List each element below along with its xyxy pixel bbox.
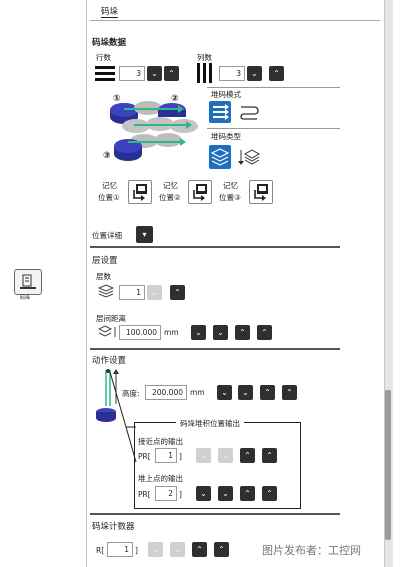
section-action-settings: 动作设置 <box>92 356 127 366</box>
memory-2-line2: 位置② <box>159 193 181 202</box>
section-layer-settings: 层设置 <box>92 256 118 266</box>
layers-icon <box>98 284 114 298</box>
connector-lines <box>109 372 137 463</box>
approach-pr-prefix: PR[ <box>138 452 151 461</box>
layer-count-down-button[interactable]: ⌄ <box>147 285 162 300</box>
stack-mode-label: 堆码模式 <box>211 90 241 99</box>
counter-down-button[interactable]: ⌄ <box>170 542 185 557</box>
mode-divider-top <box>207 87 340 88</box>
height-fast-down-button[interactable]: ⌄ <box>217 385 232 400</box>
cols-icon <box>197 63 212 83</box>
stack-pr-prefix: PR[ <box>138 490 151 499</box>
position-detail-dropdown[interactable]: ▾ <box>136 226 153 243</box>
mode-divider-mid <box>207 128 340 129</box>
approach-fast-up-button[interactable]: ⌃ <box>262 448 277 463</box>
counter-fast-down-button[interactable]: ⌄ <box>148 542 163 557</box>
memory-1-line1: 记忆 <box>102 181 117 190</box>
approach-fast-down-button[interactable]: ⌄ <box>196 448 211 463</box>
counter-up-button[interactable]: ⌃ <box>192 542 207 557</box>
memory-position-3-button[interactable] <box>249 180 273 204</box>
rows-up-button[interactable]: ⌃ <box>164 66 179 81</box>
layer-distance-label: 层间距离 <box>96 314 126 323</box>
section-divider-1 <box>90 246 340 248</box>
scrollbar-thumb[interactable] <box>385 390 391 540</box>
layer-distance-icon <box>98 325 116 337</box>
stack-mode-snake-icon[interactable] <box>238 103 260 121</box>
height-fast-up-button[interactable]: ⌃ <box>282 385 297 400</box>
rows-label: 行数 <box>96 53 111 62</box>
counter-r-prefix: R[ <box>96 546 105 555</box>
layer-distance-up-button[interactable]: ⌃ <box>235 325 250 340</box>
rows-down-button[interactable]: ⌄ <box>147 66 162 81</box>
approach-pr-input[interactable]: 1 <box>155 448 177 463</box>
memory-icon <box>254 184 268 201</box>
cols-up-button[interactable]: ⌃ <box>269 66 284 81</box>
stack-fast-down-button[interactable]: ⌄ <box>196 486 211 501</box>
section-divider-2 <box>90 348 340 350</box>
approach-pr-bracket: ] <box>179 452 182 461</box>
marker-3: ③ <box>103 151 111 161</box>
stack-type-layers-icon[interactable] <box>209 145 231 169</box>
stack-pr-input[interactable]: 2 <box>155 486 177 501</box>
stack-down-button[interactable]: ⌄ <box>218 486 233 501</box>
stack-up-button[interactable]: ⌃ <box>240 486 255 501</box>
stack-type-label: 堆码类型 <box>211 132 241 141</box>
layer-count-up-button[interactable]: ⌃ <box>170 285 185 300</box>
stack-fast-up-button[interactable]: ⌃ <box>262 486 277 501</box>
height-down-button[interactable]: ⌄ <box>238 385 253 400</box>
section-palletizing-data: 码垛数据 <box>92 38 127 48</box>
marker-2: ② <box>171 94 179 104</box>
cols-input[interactable]: 3 <box>219 66 245 81</box>
stack-mode-zigzag-icon[interactable] <box>209 101 231 123</box>
height-unit: mm <box>190 388 205 397</box>
layer-distance-fast-down-button[interactable]: ⌄ <box>191 325 206 340</box>
approach-down-button[interactable]: ⌄ <box>218 448 233 463</box>
memory-position-2-button[interactable] <box>188 180 212 204</box>
counter-fast-up-button[interactable]: ⌃ <box>214 542 229 557</box>
memory-3-line2: 位置③ <box>219 193 241 202</box>
stack-type-alt-icon[interactable] <box>237 147 261 167</box>
memory-3-line1: 记忆 <box>223 181 238 190</box>
tab-palletizing[interactable]: 码垛 <box>101 5 119 18</box>
approach-output-label: 接近点的输出 <box>138 437 183 446</box>
height-input[interactable]: 200.000 <box>145 385 187 400</box>
tab-divider <box>90 20 380 21</box>
layer-count-input[interactable]: 1 <box>119 285 145 300</box>
memory-position-1-button[interactable] <box>128 180 152 204</box>
side-icon-label: 码垛 <box>20 295 31 301</box>
section-divider-3 <box>90 513 340 515</box>
memory-2-line1: 记忆 <box>163 181 178 190</box>
rows-icon <box>95 66 115 81</box>
layer-count-label: 层数 <box>96 272 111 281</box>
counter-r-input[interactable]: 1 <box>107 542 133 557</box>
stack-pr-bracket: ] <box>179 490 182 499</box>
memory-icon <box>193 184 207 201</box>
layer-distance-fast-up-button[interactable]: ⌃ <box>257 325 272 340</box>
cols-label: 列数 <box>197 53 212 62</box>
layer-distance-down-button[interactable]: ⌄ <box>213 325 228 340</box>
approach-up-button[interactable]: ⌃ <box>240 448 255 463</box>
counter-r-bracket: ] <box>135 546 138 555</box>
memory-icon <box>133 184 147 201</box>
rows-input[interactable]: 3 <box>119 66 145 81</box>
layer-distance-input[interactable]: 100.000 <box>119 325 161 340</box>
stack-output-label: 堆上点的输出 <box>138 474 183 483</box>
cols-down-button[interactable]: ⌄ <box>247 66 262 81</box>
palletizing-side-icon[interactable] <box>14 269 42 295</box>
marker-1: ① <box>113 94 121 104</box>
pallet-icon <box>20 274 36 289</box>
section-counter: 码垛计数器 <box>92 522 135 532</box>
layer-distance-unit: mm <box>164 328 179 337</box>
watermark: 图片发布者：工控网 <box>262 544 361 557</box>
stack-output-group-title: 码垛堆积位置输出 <box>176 418 244 429</box>
position-detail-label: 位置详细 <box>92 231 122 240</box>
memory-1-line2: 位置① <box>98 193 120 202</box>
height-up-button[interactable]: ⌃ <box>260 385 275 400</box>
